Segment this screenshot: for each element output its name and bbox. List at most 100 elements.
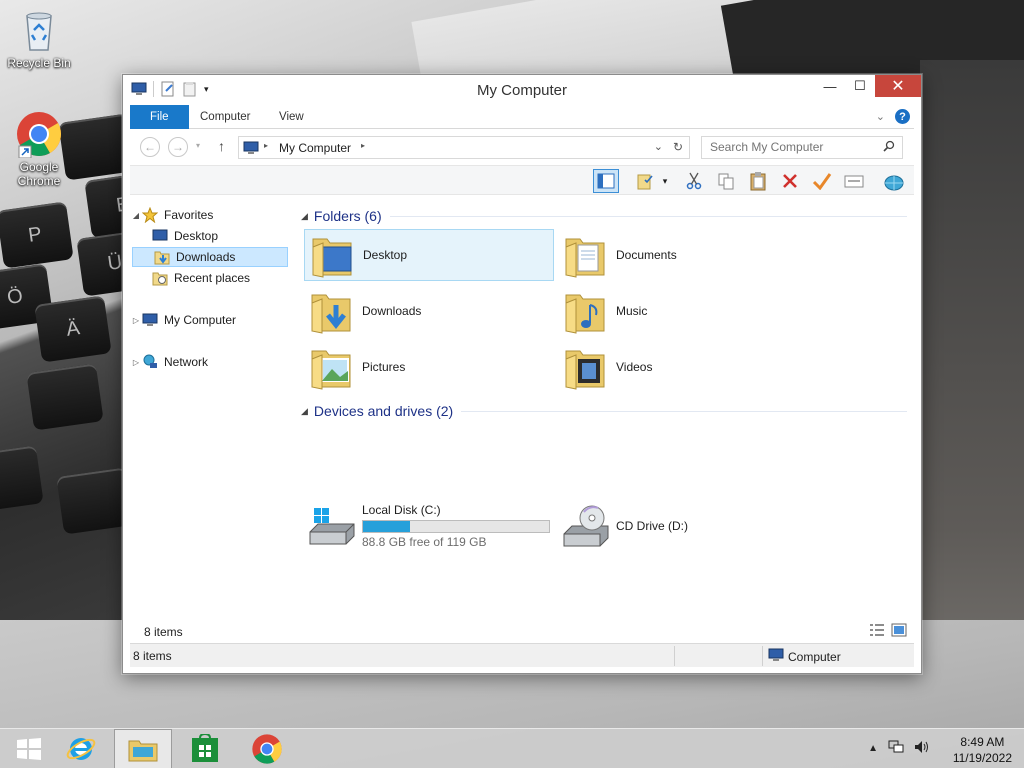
large-icons-view-button[interactable]	[891, 623, 907, 640]
copy-button[interactable]	[713, 169, 739, 193]
taskbar-internet-explorer[interactable]	[52, 729, 110, 768]
group-header-devices[interactable]: ◢ Devices and drives (2)	[301, 400, 907, 422]
close-button[interactable]: ✕	[875, 75, 921, 97]
address-dropdown-icon[interactable]: ⌄	[654, 140, 663, 153]
cut-button[interactable]	[681, 169, 707, 193]
preview-pane-icon	[597, 173, 615, 189]
minimize-button[interactable]: ―	[815, 75, 845, 97]
chrome-icon	[15, 110, 63, 159]
cd-drive-icon	[562, 502, 610, 550]
expand-ribbon-icon[interactable]: ⌄	[876, 110, 885, 123]
documents-folder-icon	[562, 231, 610, 279]
breadcrumb[interactable]: My Computer	[279, 141, 351, 155]
select-dropdown-icon[interactable]: ▾	[657, 169, 673, 193]
expand-arrow-icon[interactable]: ▷	[130, 358, 142, 367]
paste-button[interactable]	[745, 169, 771, 193]
folder-tile-documents[interactable]: Documents	[558, 229, 808, 281]
desktop-icon-label: Google Chrome	[17, 160, 61, 188]
taskbar-store[interactable]	[176, 729, 234, 768]
nav-item-network[interactable]: ▷ Network	[130, 352, 288, 372]
chrome-icon	[252, 734, 282, 764]
desktop-folder-icon	[309, 231, 357, 279]
clock-date: 11/19/2022	[952, 751, 1012, 765]
open-control-panel-button[interactable]	[881, 169, 907, 193]
preview-pane-button[interactable]	[593, 169, 619, 193]
nav-item-label: My Computer	[164, 313, 237, 327]
tab-view[interactable]: View	[265, 105, 318, 129]
expand-arrow-icon[interactable]: ▷	[130, 316, 142, 325]
clock[interactable]: 8:49 AM 11/19/2022	[953, 734, 1012, 766]
properties-icon	[844, 175, 864, 188]
volume-icon[interactable]	[914, 740, 930, 757]
collapse-arrow-icon[interactable]: ◢	[301, 211, 308, 222]
title-bar[interactable]: ▾ My Computer ― ☐ ✕	[123, 75, 921, 105]
collapse-arrow-icon[interactable]: ◢	[130, 211, 142, 220]
folder-tile-desktop[interactable]: Desktop	[304, 229, 554, 281]
computer-icon	[768, 648, 784, 665]
collapse-arrow-icon[interactable]: ◢	[301, 406, 308, 417]
group-title: Devices and drives (2)	[313, 403, 454, 419]
start-button[interactable]	[0, 729, 58, 768]
desktop-icon	[152, 228, 170, 244]
back-button[interactable]: ←	[140, 137, 160, 157]
drive-tile-cd-drive[interactable]: CD Drive (D:)	[558, 500, 808, 552]
refresh-icon[interactable]: ↻	[673, 140, 683, 154]
select-all-button[interactable]	[633, 169, 659, 193]
address-bar: ← → ▾ ↑ ▸ My Computer ▸ ⌄ ↻	[130, 133, 914, 161]
window-title: My Computer	[476, 82, 568, 99]
clock-time: 8:49 AM	[960, 735, 1005, 749]
recent-locations-dropdown[interactable]: ▾	[196, 141, 200, 150]
help-icon[interactable]: ?	[895, 109, 910, 124]
folder-label: Music	[616, 304, 648, 318]
search-input[interactable]	[710, 140, 870, 154]
delete-button[interactable]	[777, 169, 803, 193]
hard-drive-icon	[308, 502, 356, 550]
up-button[interactable]: ↑	[218, 138, 225, 154]
properties-button[interactable]	[841, 169, 867, 193]
tab-file[interactable]: File	[130, 105, 189, 129]
tab-computer[interactable]: Computer	[186, 105, 265, 129]
details-view-icon	[870, 624, 884, 636]
rename-button[interactable]	[809, 169, 835, 193]
group-header-folders[interactable]: ◢ Folders (6)	[301, 205, 907, 227]
breadcrumb-chevron-icon[interactable]: ▸	[264, 141, 268, 150]
star-icon	[141, 206, 160, 224]
maximize-button[interactable]: ☐	[845, 75, 875, 97]
forward-button[interactable]: →	[168, 137, 188, 157]
drive-tile-local-disk[interactable]: Local Disk (C:) 88.8 GB free of 119 GB	[304, 500, 554, 552]
command-toolbar: ▾	[130, 165, 914, 195]
taskbar-file-explorer[interactable]	[114, 729, 172, 768]
address-field[interactable]: ▸ My Computer ▸ ⌄ ↻	[238, 136, 690, 159]
folder-tile-music[interactable]: Music	[558, 285, 808, 337]
folder-tile-videos[interactable]: Videos	[558, 341, 808, 393]
computer-icon	[243, 140, 259, 159]
search-icon[interactable]	[883, 140, 895, 155]
nav-item-recent-places[interactable]: Recent places	[152, 268, 288, 288]
desktop-icon-label: Recycle Bin	[7, 56, 71, 70]
drive-label: CD Drive (D:)	[616, 519, 688, 533]
desktop-icon-google-chrome[interactable]: Google Chrome	[1, 110, 77, 188]
breadcrumb-chevron-icon[interactable]: ▸	[361, 141, 365, 150]
status-bar: 8 items Computer	[130, 643, 914, 667]
nav-item-label: Network	[164, 355, 209, 369]
details-view-button[interactable]	[869, 623, 885, 640]
paste-icon	[750, 172, 766, 191]
group-title: Folders (6)	[313, 208, 382, 224]
nav-item-downloads[interactable]: Downloads	[132, 247, 288, 267]
desktop-icon-recycle-bin[interactable]: Recycle Bin	[1, 6, 77, 70]
folder-tile-downloads[interactable]: Downloads	[304, 285, 554, 337]
taskbar-chrome[interactable]	[238, 729, 296, 768]
file-explorer-icon	[128, 740, 158, 762]
network-status-icon[interactable]	[888, 740, 904, 757]
show-hidden-icons-button[interactable]: ▲	[868, 743, 878, 754]
search-box[interactable]	[701, 136, 903, 159]
nav-item-desktop[interactable]: Desktop	[152, 226, 288, 246]
explorer-window: ▾ My Computer ― ☐ ✕ File Computer View ⌄…	[122, 74, 922, 674]
folder-tile-pictures[interactable]: Pictures	[304, 341, 554, 393]
recent-places-icon	[152, 270, 170, 286]
nav-item-my-computer[interactable]: ▷ My Computer	[130, 310, 288, 330]
item-count: 8 items	[144, 625, 183, 639]
store-icon	[192, 734, 218, 762]
music-folder-icon	[562, 287, 610, 335]
nav-item-favorites[interactable]: ◢ Favorites	[130, 205, 288, 225]
